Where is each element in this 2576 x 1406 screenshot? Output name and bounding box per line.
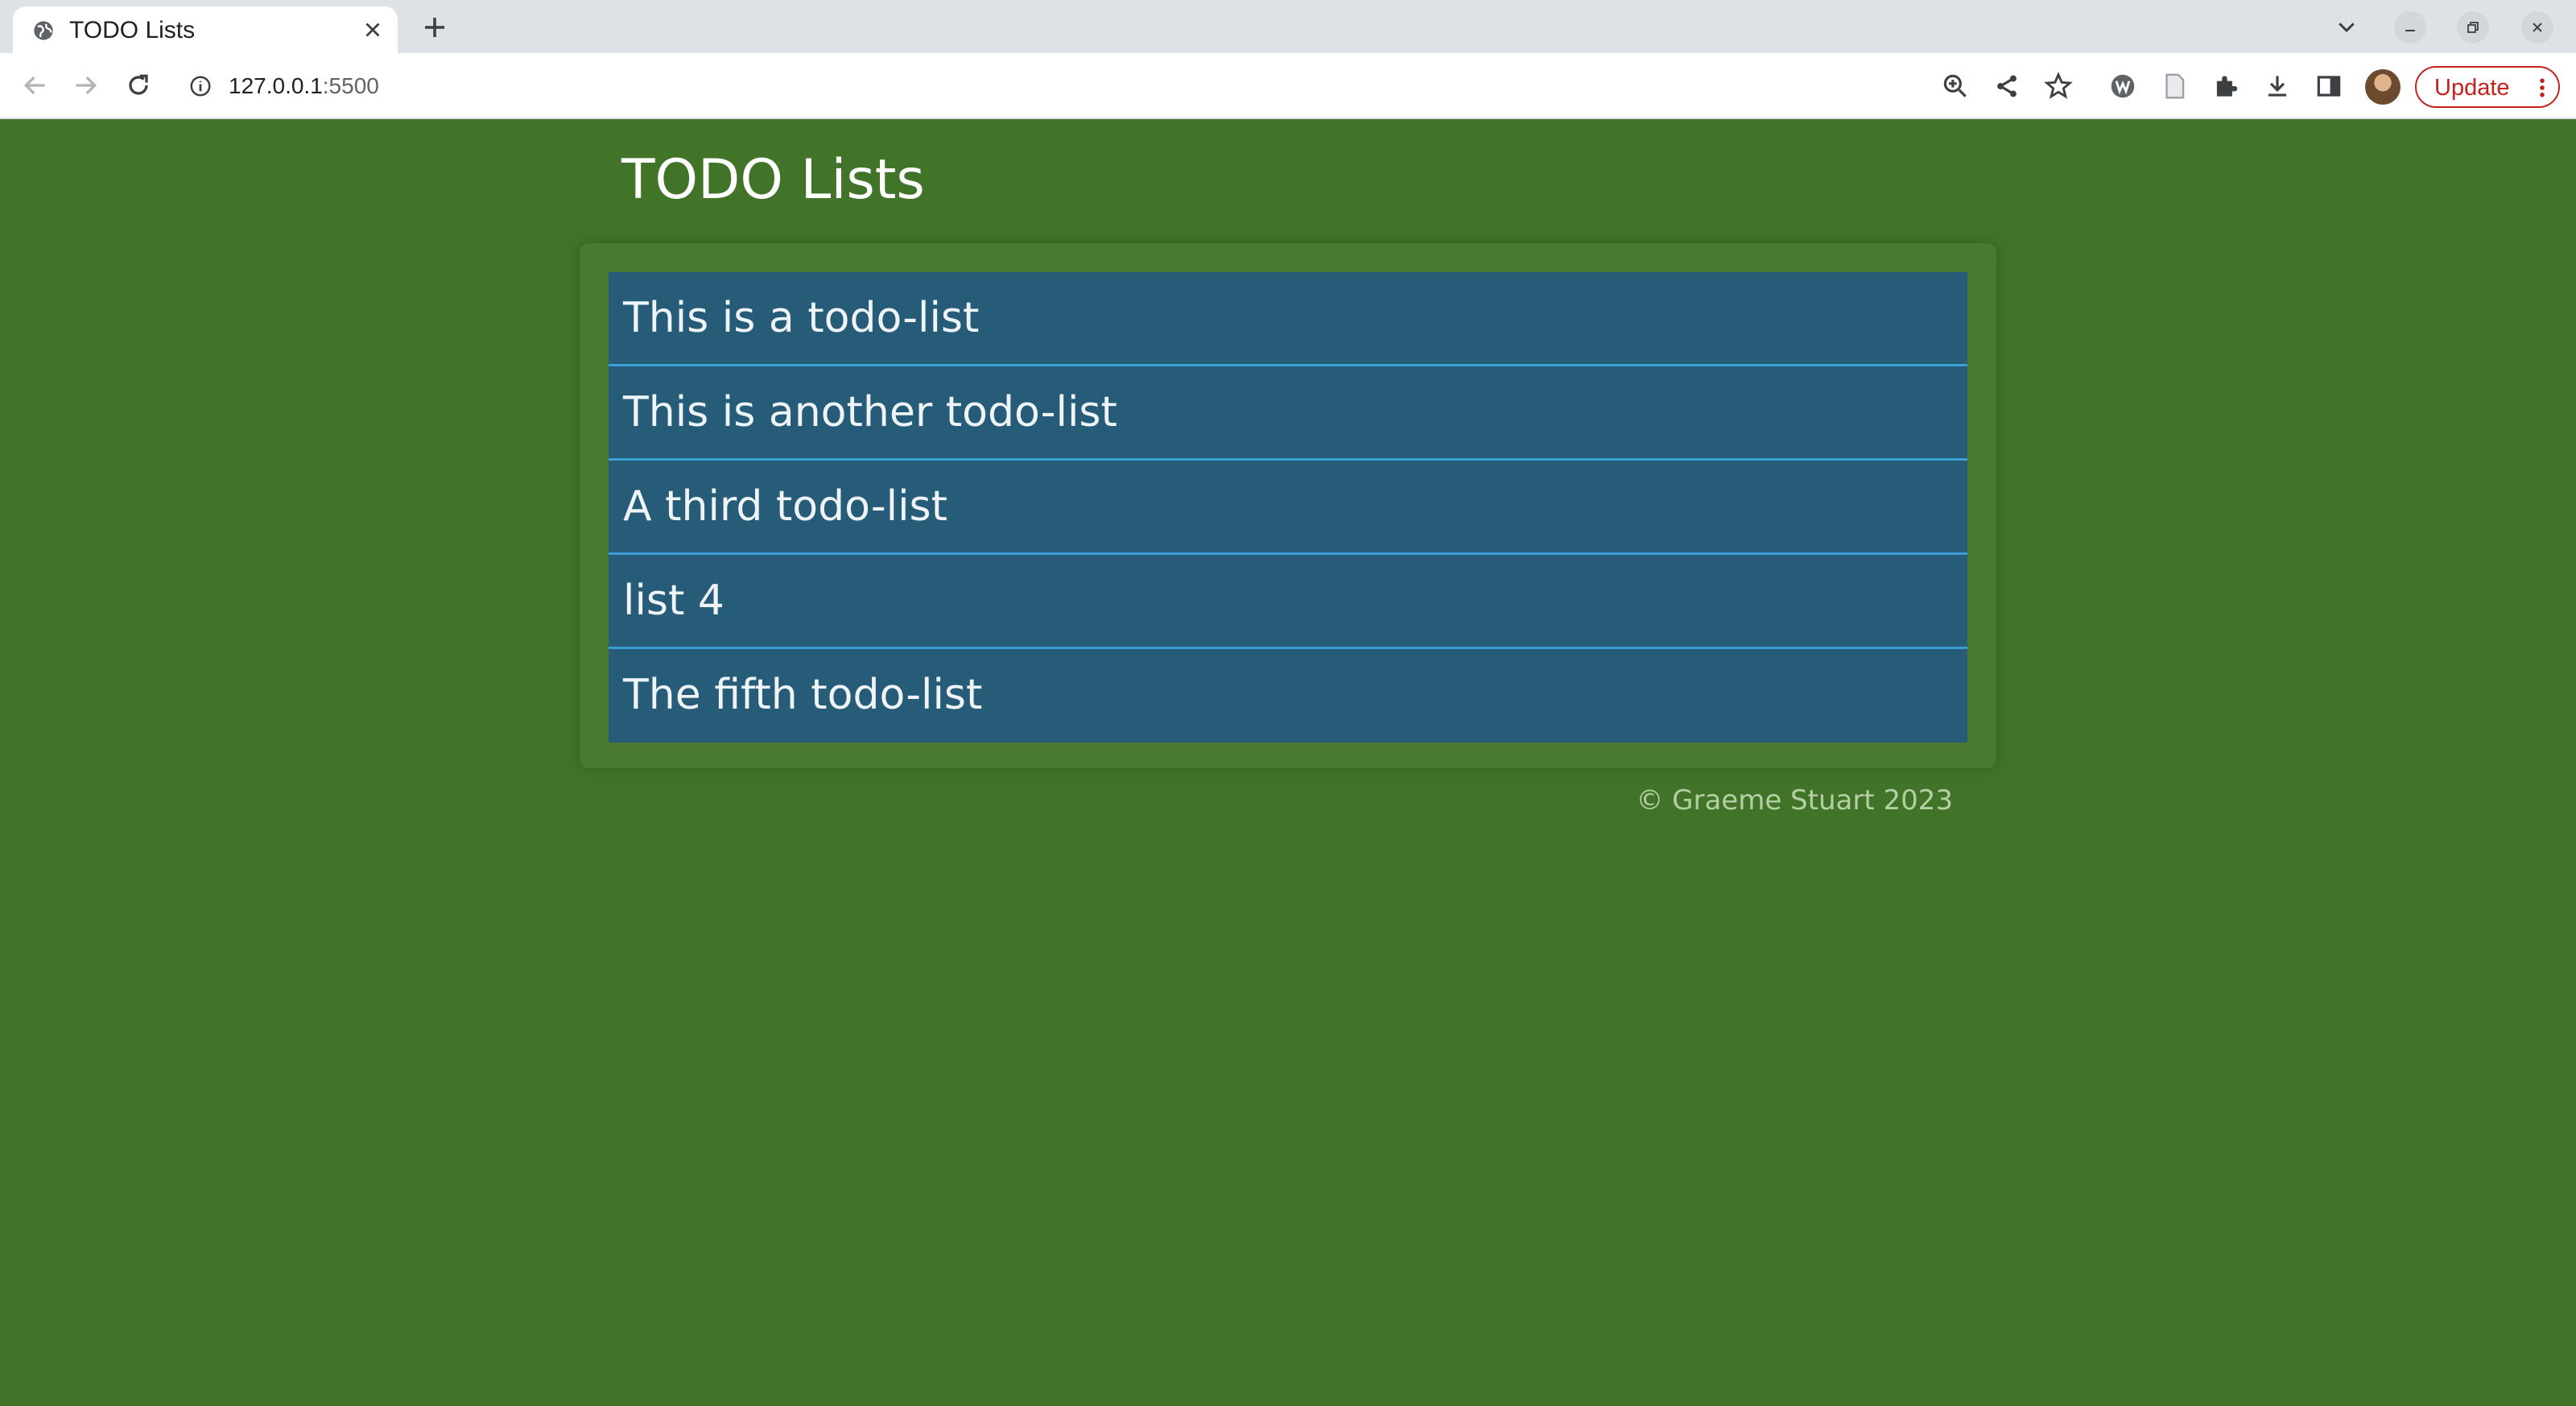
reload-icon: [129, 74, 148, 95]
side-panel-icon: [2317, 76, 2341, 97]
restore-button[interactable]: [2457, 11, 2489, 43]
todo-list-label: The fifth todo-list: [623, 671, 983, 719]
update-label: Update: [2434, 75, 2510, 101]
profile-avatar[interactable]: [2365, 69, 2401, 105]
todo-list-item[interactable]: This is another todo-list: [609, 366, 1967, 461]
chevron-down-icon[interactable]: [2334, 14, 2359, 39]
wordpress-extension-icon: [2111, 74, 2135, 98]
todo-list-item[interactable]: This is a todo-list: [609, 272, 1967, 366]
url-text: 127.0.0.1:5500: [229, 73, 379, 99]
todo-list-label: This is a todo-list: [623, 294, 980, 342]
todo-list-label: A third todo-list: [623, 482, 948, 531]
extension-w-button[interactable]: [2107, 71, 2138, 101]
share-button[interactable]: [1992, 71, 2022, 101]
close-icon: [2533, 23, 2542, 32]
reload-button[interactable]: [122, 69, 155, 101]
document-icon: [2165, 73, 2185, 99]
arrow-left-icon: [23, 76, 45, 95]
update-button[interactable]: Update: [2415, 66, 2560, 108]
page-title: TODO Lists: [621, 148, 925, 212]
address-bar[interactable]: 127.0.0.1:5500: [172, 61, 2088, 111]
todo-lists-panel: This is a todo-list This is another todo…: [580, 243, 1996, 768]
minimize-button[interactable]: [2394, 11, 2426, 43]
todo-lists: This is a todo-list This is another todo…: [609, 272, 1967, 742]
puzzle-icon: [2216, 76, 2238, 97]
back-button[interactable]: [19, 69, 52, 101]
download-icon: [2268, 76, 2287, 97]
share-icon: [1997, 75, 2017, 97]
close-window-button[interactable]: [2521, 11, 2553, 43]
url-host: 127.0.0.1: [229, 73, 323, 98]
tab-strip: TODO Lists: [0, 0, 2576, 53]
todo-list-label: list 4: [623, 577, 724, 625]
more-vert-icon: [2540, 78, 2545, 97]
copyright-footer: © Graeme Stuart 2023: [1636, 784, 1953, 817]
info-icon[interactable]: [188, 74, 213, 98]
side-panel-button[interactable]: [2314, 71, 2344, 101]
zoom-in-icon: [1943, 74, 1967, 97]
restore-icon: [2467, 22, 2479, 33]
forward-button[interactable]: [69, 69, 101, 101]
bookmark-button[interactable]: [2043, 71, 2074, 101]
todo-list-item[interactable]: The fifth todo-list: [609, 649, 1967, 742]
minimize-icon: [2405, 30, 2415, 31]
new-tab-icon[interactable]: [420, 13, 449, 42]
extension-doc-button[interactable]: [2159, 71, 2190, 101]
zoom-button[interactable]: [1940, 71, 1971, 101]
browser-toolbar: 127.0.0.1:5500 Update: [0, 53, 2576, 119]
todo-list-item[interactable]: A third todo-list: [609, 461, 1967, 555]
star-icon: [2044, 72, 2073, 99]
globe-icon: [34, 21, 53, 40]
arrow-right-icon: [76, 76, 97, 95]
todo-list-item[interactable]: list 4: [609, 555, 1967, 649]
downloads-button[interactable]: [2262, 71, 2293, 101]
todo-list-label: This is another todo-list: [623, 388, 1117, 436]
tab-title: TODO Lists: [69, 17, 196, 43]
url-port: :5500: [322, 73, 379, 98]
extensions-button[interactable]: [2211, 71, 2241, 101]
close-tab-icon[interactable]: [361, 18, 385, 42]
browser-tab[interactable]: TODO Lists: [13, 6, 398, 53]
